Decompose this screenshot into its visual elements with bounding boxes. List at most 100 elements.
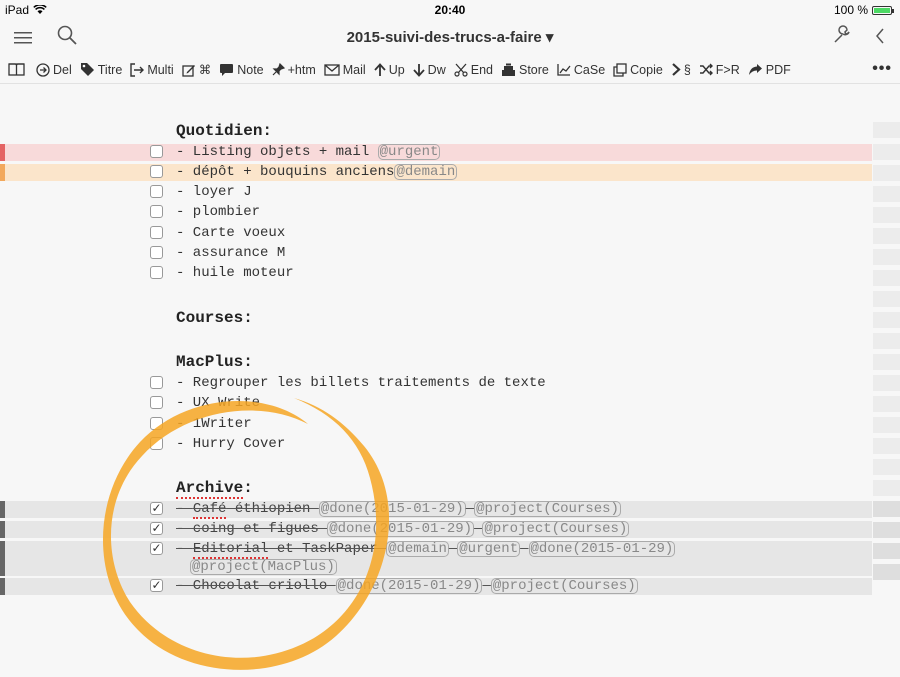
wrench-icon[interactable] — [832, 24, 852, 52]
tag-urgent[interactable]: @urgent — [377, 144, 441, 160]
task-checkbox[interactable] — [150, 376, 163, 389]
task-checkbox[interactable] — [150, 226, 163, 239]
task-row[interactable]: - 1Writer — [0, 416, 872, 433]
task-checkbox[interactable] — [150, 266, 163, 279]
chevron-left-icon[interactable] — [875, 24, 885, 52]
toolbar-htm-button[interactable]: +htm — [272, 63, 316, 77]
task-text: - Listing objets + mail — [176, 144, 378, 160]
gutter-tick — [873, 501, 900, 517]
heading-archive: Archive: — [176, 479, 253, 499]
chevron-right-icon — [672, 63, 681, 76]
heading-courses: Courses: — [176, 309, 253, 327]
tag-urgent[interactable]: @urgent — [457, 541, 521, 557]
task-row[interactable]: - Listing objets + mail @urgent — [0, 144, 872, 161]
task-row[interactable]: - dépôt + bouquins anciens @demain — [0, 164, 872, 181]
tag-done[interactable]: @done(2015-01-29) — [327, 521, 475, 537]
task-text: - Regrouper les billets traitements de t… — [176, 375, 546, 391]
toolbar-case-button[interactable]: CaSe — [557, 63, 605, 77]
editor[interactable]: Quotidien: - Listing objets + mail @urge… — [0, 85, 900, 675]
toolbar-multi-label: Multi — [147, 62, 174, 77]
task-row[interactable]: - Carte voeux — [0, 225, 872, 242]
task-row[interactable]: - Regrouper les billets traitements de t… — [0, 375, 872, 392]
toolbar-fr-label: F>R — [715, 62, 740, 77]
document-title[interactable]: 2015-suivi-des-trucs-a-faire ▾ — [0, 28, 900, 46]
done-task-row[interactable]: ✓ - Café éthiopien @done(2015-01-29) @pr… — [0, 501, 872, 519]
task-dash: - — [176, 541, 193, 557]
toolbar-pdf-button[interactable]: PDF — [748, 63, 791, 77]
task-row[interactable]: - huile moteur — [0, 265, 872, 282]
scroll-gutter[interactable] — [873, 85, 900, 675]
toolbar-dw-button[interactable]: Dw — [413, 63, 446, 77]
task-checkbox[interactable] — [150, 417, 163, 430]
gutter-tick — [873, 333, 900, 349]
toolbar-del-button[interactable]: Del — [36, 63, 72, 77]
task-text: - 1Writer — [176, 416, 252, 432]
toolbar-multi-button[interactable]: Multi — [130, 62, 174, 77]
toolbar-note-button[interactable]: Note — [219, 63, 264, 77]
tag-demain[interactable]: @demain — [386, 541, 449, 557]
status-bar: iPad 20:40 100 % — [0, 0, 900, 20]
toolbar-copie-button[interactable]: Copie — [613, 63, 663, 77]
done-marker — [0, 501, 5, 518]
circle-arrow-icon — [36, 62, 50, 77]
toolbar-end-button[interactable]: End — [454, 63, 493, 77]
task-checkbox[interactable] — [150, 145, 163, 158]
tag-project[interactable]: @project(Courses) — [490, 578, 638, 594]
tag-project[interactable]: @project(Courses) — [474, 501, 621, 517]
chart-icon — [557, 64, 571, 76]
battery-icon — [872, 5, 894, 15]
done-marker — [0, 541, 5, 576]
more-options-icon[interactable]: ••• — [872, 60, 892, 78]
toolbar-section-label: § — [683, 62, 691, 77]
gutter-tick — [873, 543, 900, 559]
scissors-icon — [454, 63, 468, 77]
task-row[interactable]: - Hurry Cover — [0, 436, 872, 453]
toolbar-up-button[interactable]: Up — [374, 63, 405, 77]
task-checkbox[interactable] — [150, 437, 163, 450]
toolbar: Del Titre Multi ⌘ Note +htm Mail Up Dw E… — [0, 56, 900, 84]
task-checkbox[interactable] — [150, 246, 163, 259]
task-checkbox[interactable] — [150, 396, 163, 409]
task-row[interactable]: - loyer J — [0, 184, 872, 201]
task-row[interactable]: - assurance M — [0, 245, 872, 262]
gutter-tick — [873, 228, 900, 244]
demain-marker — [0, 164, 5, 181]
done-task-row[interactable]: ✓ - coing et figues @done(2015-01-29) @p… — [0, 521, 872, 538]
gutter-tick — [873, 144, 900, 160]
task-row[interactable]: - plombier — [0, 204, 872, 221]
task-checkbox-checked[interactable]: ✓ — [150, 522, 163, 536]
tag-done[interactable]: @done(2015-01-29) — [335, 578, 483, 594]
task-text: - Chocolat criollo — [176, 578, 336, 594]
task-checkbox[interactable] — [150, 205, 163, 218]
task-row[interactable]: - UX Write — [0, 395, 872, 412]
toolbar-fr-button[interactable]: F>R — [699, 63, 740, 77]
task-checkbox-checked[interactable]: ✓ — [150, 579, 163, 593]
tag-project[interactable]: @project(MacPlus) — [190, 559, 337, 575]
urgent-marker — [0, 144, 5, 161]
gutter-tick — [873, 480, 900, 496]
done-task-row[interactable]: ✓ - Editorial et TaskPaper @demain @urge… — [0, 541, 872, 576]
shuffle-icon — [699, 63, 713, 76]
tag-done[interactable]: @done(2015-01-29) — [528, 541, 676, 557]
task-checkbox[interactable] — [150, 165, 163, 178]
cash-register-icon — [501, 63, 515, 76]
toolbar-mail-button[interactable]: Mail — [324, 63, 366, 77]
gutter-tick — [873, 249, 900, 265]
toolbar-book-button[interactable] — [8, 63, 28, 76]
gutter-tick — [873, 270, 900, 286]
task-text-misspelled: Café — [192, 501, 227, 519]
done-task-row[interactable]: ✓ - Chocolat criollo @done(2015-01-29) @… — [0, 578, 872, 595]
arrow-down-icon — [413, 63, 425, 77]
toolbar-cmd-button[interactable]: ⌘ — [182, 62, 211, 77]
task-checkbox-checked[interactable]: ✓ — [150, 542, 163, 556]
task-checkbox[interactable] — [150, 185, 163, 198]
tag-demain[interactable]: @demain — [394, 164, 458, 180]
tag-project[interactable]: @project(Courses) — [482, 521, 630, 537]
heading-archive-colon: : — [243, 479, 253, 497]
toolbar-store-button[interactable]: Store — [501, 63, 549, 77]
toolbar-titre-button[interactable]: Titre — [80, 62, 122, 77]
task-checkbox-checked[interactable]: ✓ — [150, 502, 163, 516]
task-text: éthiopien — [226, 501, 319, 517]
toolbar-section-button[interactable]: § — [671, 63, 691, 77]
tag-done[interactable]: @done(2015-01-29) — [318, 501, 466, 517]
